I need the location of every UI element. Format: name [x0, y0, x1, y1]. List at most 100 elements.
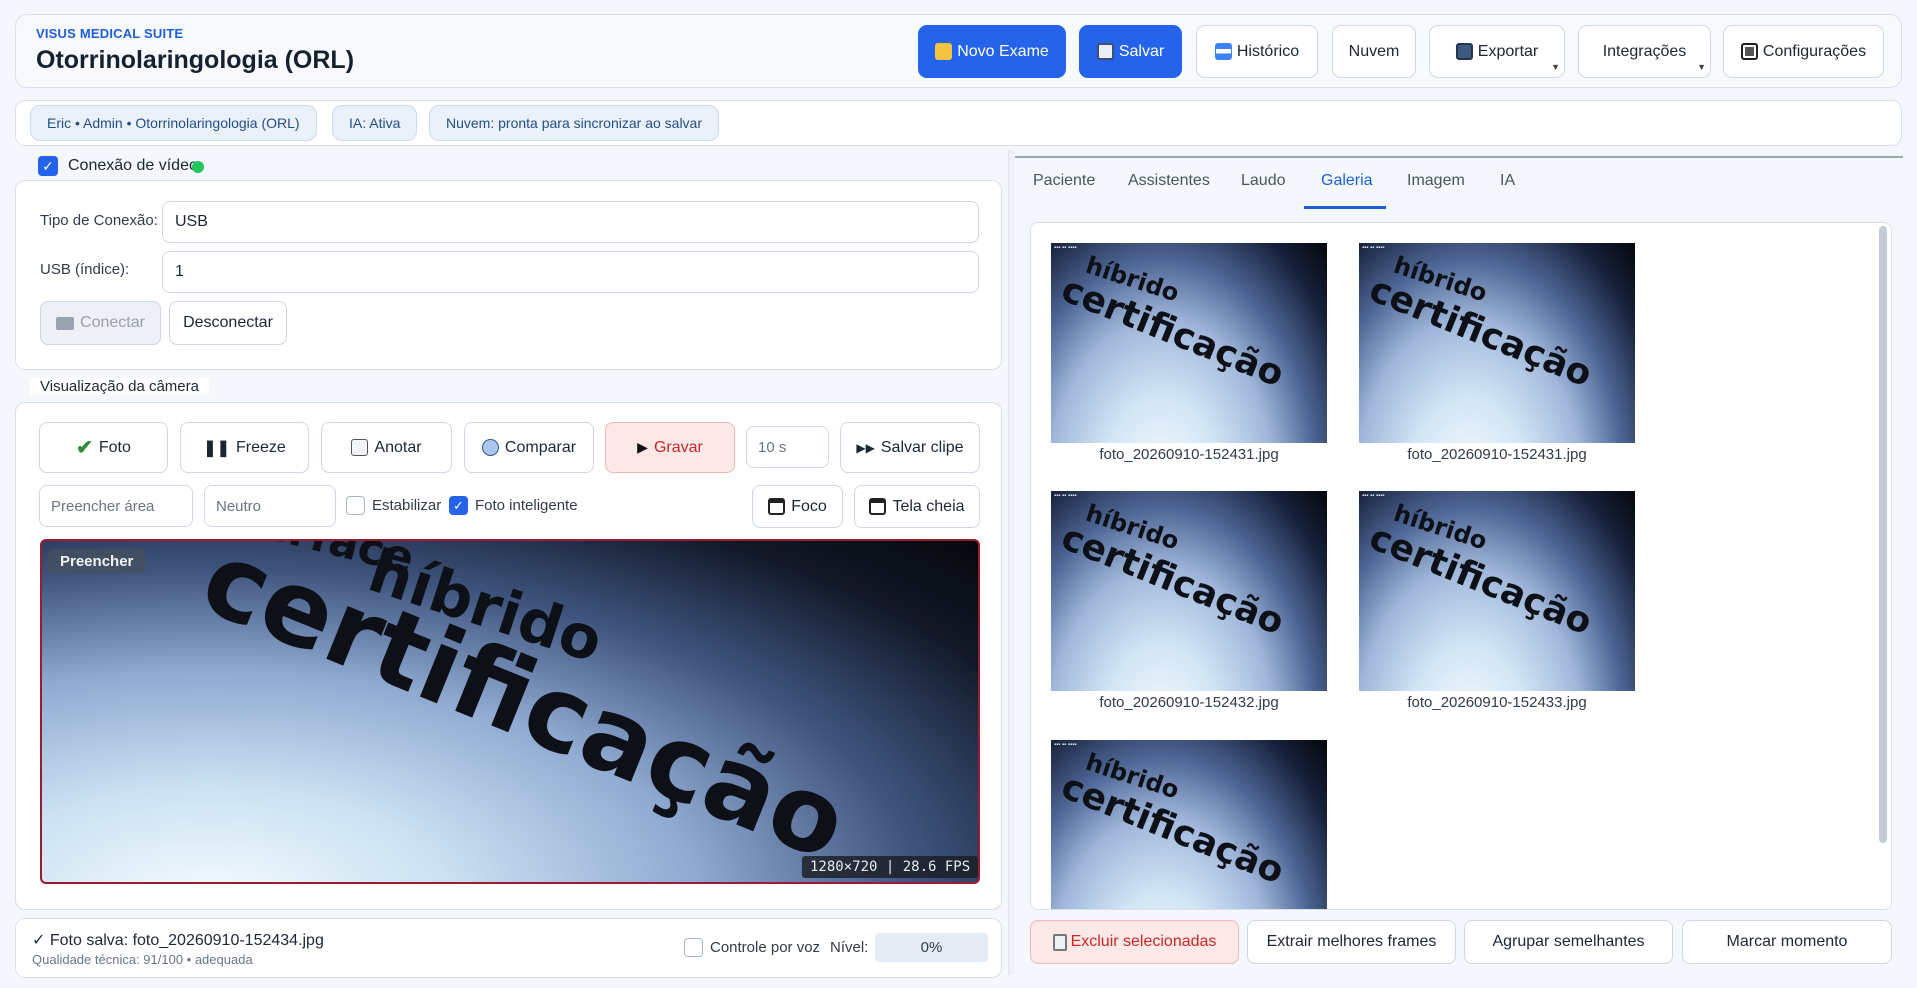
- mark-moment-label: Marcar momento: [1726, 933, 1848, 950]
- delete-selected-button[interactable]: Excluir selecionadas: [1030, 920, 1239, 964]
- save-status-text: Foto salva: foto_20260910-152434.jpg: [49, 932, 324, 949]
- export-label: Exportar: [1477, 42, 1539, 60]
- ai-status-chip: IA: Ativa: [332, 105, 418, 141]
- folder-icon: [935, 43, 953, 60]
- fullscreen-label: Tela cheia: [892, 497, 965, 515]
- voice-control-checkbox[interactable]: [684, 938, 703, 957]
- save-status: ✓ Foto salva: foto_20260910-152434.jpg: [32, 930, 324, 950]
- focus-button[interactable]: Foco: [752, 485, 843, 528]
- history-button[interactable]: Histórico: [1196, 25, 1318, 78]
- gallery-thumbnail[interactable]: ▪▪▪ ▪▪ ▪▪▪▪ híbrido certificação: [1359, 243, 1635, 443]
- photo-label: Foto: [98, 438, 131, 456]
- delete-selected-label: Excluir selecionadas: [1070, 933, 1217, 950]
- settings-icon: [1740, 43, 1758, 60]
- window-icon: [768, 498, 786, 515]
- floppy-icon: [1096, 43, 1114, 60]
- history-icon: [1214, 43, 1232, 60]
- tab-laudo[interactable]: Laudo: [1241, 172, 1286, 190]
- window-icon: [869, 498, 887, 515]
- connection-status-dot: [192, 161, 204, 173]
- stabilize-checkbox[interactable]: [346, 496, 365, 515]
- chevron-down-icon: ▼: [1697, 62, 1706, 72]
- tab-paciente[interactable]: Paciente: [1033, 172, 1095, 190]
- tab-ia[interactable]: IA: [1500, 172, 1515, 190]
- save-label: Salvar: [1118, 42, 1165, 60]
- user-chip: Eric • Admin • Otorrinolaringologia (ORL…: [30, 105, 317, 141]
- monitor-icon: [56, 316, 75, 330]
- cloud-button[interactable]: Nuvem: [1332, 25, 1416, 78]
- extract-frames-button[interactable]: Extrair melhores frames: [1247, 920, 1456, 964]
- video-connection-label: Conexão de vídeo: [68, 157, 198, 174]
- fullscreen-button[interactable]: Tela cheia: [854, 485, 980, 528]
- tab-imagem[interactable]: Imagem: [1407, 172, 1465, 190]
- disconnect-button[interactable]: Desconectar: [169, 301, 287, 345]
- connection-type-select[interactable]: USB: [162, 201, 979, 243]
- gallery-thumbnail[interactable]: ▪▪▪ ▪▪ ▪▪▪▪ híbrido certificação: [1051, 491, 1327, 691]
- thumbnail-caption: foto_20260910-152433.jpg: [1407, 694, 1587, 711]
- gallery-thumbnail[interactable]: ▪▪▪ ▪▪ ▪▪▪▪ híbrido certificação: [1359, 491, 1635, 691]
- cloud-label: Nuvem: [1348, 42, 1400, 60]
- save-button[interactable]: Salvar: [1079, 25, 1182, 78]
- integrations-label: Integrações: [1602, 42, 1687, 60]
- video-connection-checkbox[interactable]: ✓: [38, 156, 58, 176]
- fast-forward-icon: ▶▶: [856, 440, 875, 455]
- image-stamp: ▪▪▪ ▪▪ ▪▪▪▪: [1054, 493, 1077, 499]
- connection-type-label: Tipo de Conexão:: [40, 212, 158, 229]
- extract-frames-label: Extrair melhores frames: [1266, 933, 1437, 950]
- focus-label: Foco: [791, 497, 827, 515]
- camera-video-feed[interactable]: interface híbrido certificação: [40, 539, 980, 884]
- smart-photo-checkbox[interactable]: ✓: [449, 496, 468, 515]
- color-mode-select[interactable]: Neutro: [204, 485, 336, 527]
- usb-index-input[interactable]: 1: [162, 251, 979, 293]
- fill-mode-select[interactable]: Preencher área: [39, 485, 193, 527]
- suite-name: VISUS MEDICAL SUITE: [36, 26, 184, 41]
- group-similar-button[interactable]: Agrupar semelhantes: [1464, 920, 1673, 964]
- group-similar-label: Agrupar semelhantes: [1492, 933, 1645, 950]
- voice-control-label: Controle por voz: [710, 939, 821, 956]
- chevron-down-icon: ▼: [1551, 62, 1560, 72]
- play-icon: ▶: [637, 439, 648, 455]
- settings-button[interactable]: Configurações: [1723, 25, 1884, 78]
- gallery-thumbnail[interactable]: ▪▪▪ ▪▪ ▪▪▪▪ híbrido certificação: [1051, 243, 1327, 443]
- settings-label: Configurações: [1762, 42, 1867, 60]
- thumbnail-caption: foto_20260910-152432.jpg: [1099, 694, 1279, 711]
- disconnect-label: Desconectar: [183, 314, 273, 331]
- image-stamp: ▪▪▪ ▪▪ ▪▪▪▪: [1054, 742, 1077, 748]
- trash-icon: [1052, 933, 1067, 951]
- audio-level-meter: 0%: [875, 933, 988, 962]
- tab-galeria[interactable]: Galeria: [1321, 172, 1373, 190]
- compare-button[interactable]: Comparar: [464, 422, 594, 473]
- camera-section-title: Visualização da câmera: [30, 378, 209, 395]
- annotate-label: Anotar: [374, 438, 422, 456]
- annotate-icon: [351, 439, 369, 456]
- annotate-button[interactable]: Anotar: [321, 422, 452, 473]
- freeze-button[interactable]: ❚❚ Freeze: [180, 422, 309, 473]
- save-clip-label: Salvar clipe: [880, 438, 964, 456]
- integrations-button[interactable]: Integrações ▼: [1578, 25, 1711, 78]
- panel-splitter[interactable]: [1008, 150, 1015, 975]
- record-button[interactable]: ▶ Gravar: [605, 422, 735, 473]
- mark-moment-button[interactable]: Marcar momento: [1682, 920, 1892, 964]
- page-title: Otorrinolaringologia (ORL): [36, 46, 355, 74]
- save-clip-button[interactable]: ▶▶ Salvar clipe: [840, 422, 980, 473]
- fill-mode-badge: Preencher: [48, 549, 146, 574]
- thumbnail-caption: foto_20260910-152431.jpg: [1407, 446, 1587, 463]
- new-exam-button[interactable]: Novo Exame: [918, 25, 1066, 78]
- info-icon: [481, 439, 499, 456]
- level-label: Nível:: [830, 939, 869, 956]
- clip-duration-input[interactable]: 10 s: [746, 426, 829, 468]
- checkmark-icon: ✔: [76, 437, 93, 459]
- gallery-thumbnail[interactable]: ▪▪▪ ▪▪ ▪▪▪▪ híbrido certificação: [1051, 740, 1327, 909]
- tab-assistentes[interactable]: Assistentes: [1128, 172, 1210, 190]
- checkmark-icon: ✓: [32, 932, 46, 949]
- photo-button[interactable]: ✔ Foto: [39, 422, 168, 473]
- connect-button[interactable]: Conectar: [40, 301, 161, 345]
- gallery-panel: ▪▪▪ ▪▪ ▪▪▪▪ híbrido certificação foto_20…: [1030, 222, 1892, 910]
- usb-index-label: USB (índice):: [40, 261, 130, 278]
- export-button[interactable]: Exportar ▼: [1429, 25, 1565, 78]
- freeze-label: Freeze: [236, 438, 286, 456]
- smart-photo-label: Foto inteligente: [475, 497, 578, 514]
- record-label: Gravar: [653, 438, 703, 456]
- gallery-scrollbar[interactable]: [1879, 226, 1887, 843]
- stabilize-label: Estabilizar: [372, 497, 442, 514]
